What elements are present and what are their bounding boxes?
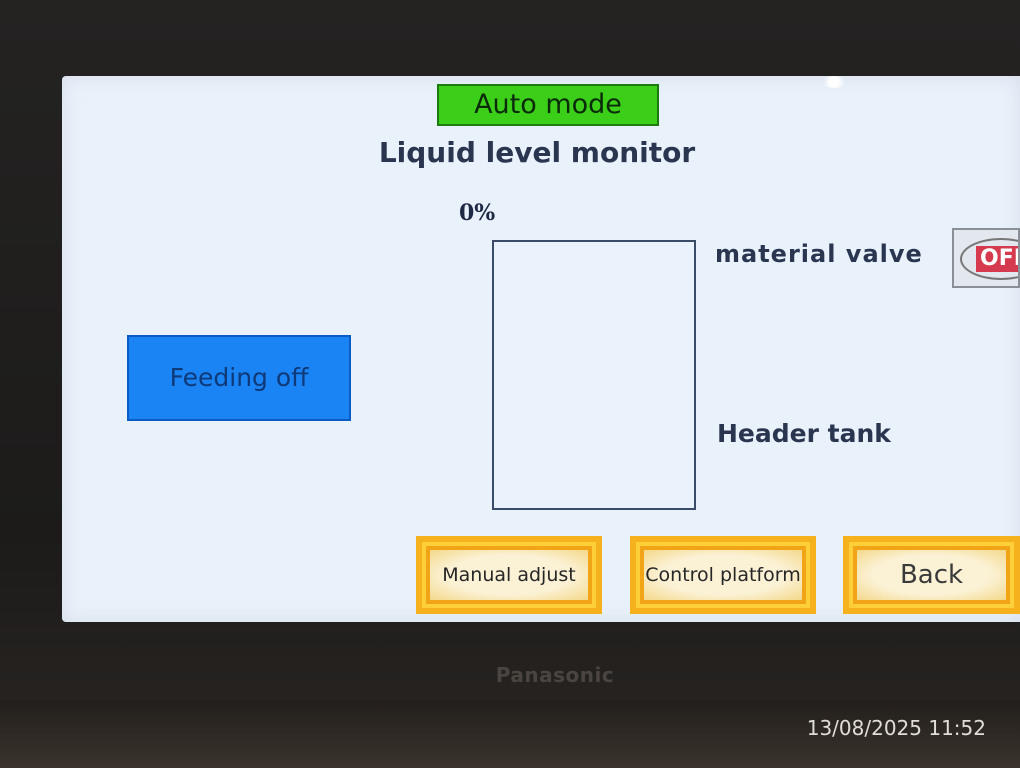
manual-adjust-label: Manual adjust (430, 550, 588, 600)
back-label: Back (857, 550, 1006, 600)
header-tank-label: Header tank (717, 419, 891, 448)
screen-glare (820, 76, 848, 88)
liquid-level-readout: 0% (459, 200, 496, 226)
material-valve-toggle[interactable]: OFF (952, 228, 1020, 288)
feeding-toggle-button[interactable]: Feeding off (127, 335, 351, 421)
auto-mode-badge[interactable]: Auto mode (437, 84, 659, 126)
manual-adjust-button[interactable]: Manual adjust (416, 536, 602, 614)
back-button[interactable]: Back (843, 536, 1020, 614)
device-brand-logo: Panasonic (495, 663, 615, 687)
hmi-screen: Auto mode Liquid level monitor 0% materi… (62, 76, 1020, 622)
control-platform-button[interactable]: Control platform (630, 536, 816, 614)
tank-level-gauge (492, 240, 696, 510)
page-title: Liquid level monitor (378, 136, 696, 169)
photo-timestamp: 13/08/2025 11:52 (806, 716, 986, 740)
control-platform-label: Control platform (644, 550, 802, 600)
valve-state-indicator: OFF (976, 246, 1018, 272)
material-valve-label: material valve (715, 240, 923, 268)
